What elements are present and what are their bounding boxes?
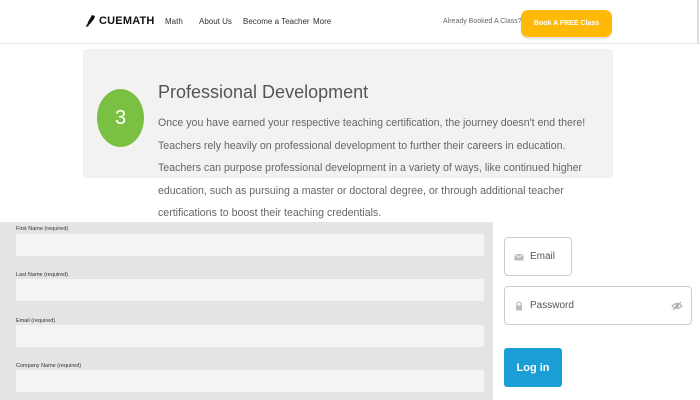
step-title: Professional Development xyxy=(158,82,369,102)
last-name-label: Last Name (required) xyxy=(16,272,68,278)
top-nav: CUEMATH Math About Us Become a Teacher M… xyxy=(0,0,700,44)
login-email-input[interactable]: Email xyxy=(504,237,572,276)
scrollbar-edge xyxy=(697,0,699,44)
login-password-placeholder: Password xyxy=(530,300,574,311)
nav-link-math[interactable]: Math xyxy=(165,17,183,26)
brand-name: CUEMATH xyxy=(99,15,155,27)
nav-link-about-us[interactable]: About Us xyxy=(199,17,232,26)
first-name-label: First Name (required) xyxy=(16,226,69,232)
company-name-label: Company Name (required) xyxy=(16,363,82,369)
step-number-badge: 3 xyxy=(97,89,144,147)
envelope-icon xyxy=(514,253,524,260)
already-booked-link[interactable]: Already Booked A Class? xyxy=(443,18,522,25)
first-name-field[interactable] xyxy=(16,234,484,256)
login-email-placeholder: Email xyxy=(530,251,556,262)
email-field[interactable] xyxy=(16,325,484,347)
book-free-class-button[interactable]: Book A FREE Class xyxy=(521,10,612,37)
company-name-field[interactable] xyxy=(16,370,484,392)
email-label: Email (required) xyxy=(16,318,56,324)
lock-icon xyxy=(516,300,522,310)
brand-logo[interactable]: CUEMATH xyxy=(86,15,155,27)
signup-form: First Name (required) Last Name (require… xyxy=(0,222,493,400)
nav-link-become-a-teacher[interactable]: Become a Teacher xyxy=(243,17,310,26)
login-button[interactable]: Log in xyxy=(504,348,562,387)
login-password-input[interactable]: Password xyxy=(504,286,692,325)
rocket-icon xyxy=(86,15,95,27)
nav-link-more[interactable]: More xyxy=(313,17,331,26)
last-name-field[interactable] xyxy=(16,279,484,301)
step-description: Once you have earned your respective tea… xyxy=(158,117,586,219)
hide-password-icon[interactable] xyxy=(671,300,683,312)
